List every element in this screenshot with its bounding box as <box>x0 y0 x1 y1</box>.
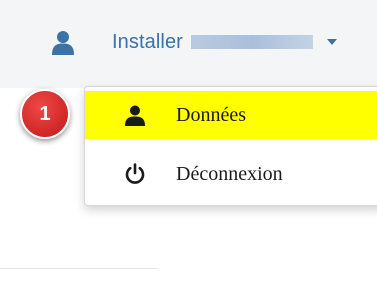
badge-number: 1 <box>39 102 51 125</box>
user-dropdown-menu: Données Déconnexion <box>84 86 377 206</box>
menu-item-label: Données <box>176 103 246 126</box>
user-menu-label: Installer <box>112 30 183 53</box>
redacted-username <box>190 35 313 49</box>
user-icon <box>124 104 146 126</box>
menu-item-donnees[interactable]: Données <box>85 91 377 139</box>
divider <box>0 268 158 269</box>
user-menu-toggle[interactable]: Installer <box>50 24 370 60</box>
menu-item-label: Déconnexion <box>176 162 283 185</box>
power-icon <box>124 163 146 185</box>
step-number-badge: 1 <box>20 89 70 139</box>
menu-item-deconnexion[interactable]: Déconnexion <box>85 150 377 198</box>
user-icon <box>50 29 76 55</box>
top-navbar: Installer <box>0 0 377 88</box>
caret-down-icon <box>326 39 337 45</box>
